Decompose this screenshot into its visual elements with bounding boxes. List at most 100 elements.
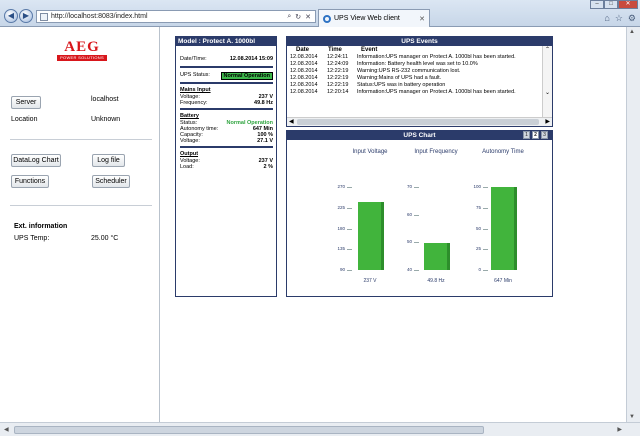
- favorites-icon[interactable]: ☆: [615, 13, 623, 24]
- event-time: 12:22:19: [327, 68, 349, 74]
- chart-bar: [424, 242, 447, 270]
- mains-title: Mains Input: [180, 87, 211, 93]
- maximize-button[interactable]: □: [604, 0, 618, 9]
- server-button[interactable]: Server: [11, 96, 41, 109]
- minimize-button[interactable]: –: [590, 0, 604, 9]
- model-header: Model : Protect A. 1000bl: [176, 37, 276, 46]
- status-label: UPS Status:: [180, 72, 210, 78]
- divider: [10, 139, 152, 140]
- y-tick-mark: [347, 187, 352, 188]
- window-controls: – □ ✕: [590, 0, 638, 9]
- event-time: 12:22:19: [327, 82, 349, 88]
- event-event: Information:UPS manager on Protect A. 10…: [357, 54, 516, 60]
- scroll-left-icon[interactable]: ◀: [289, 118, 294, 125]
- chart-page-2[interactable]: 2: [532, 131, 539, 139]
- functions-button[interactable]: Functions: [11, 175, 49, 188]
- page-content: AEG POWER SOLUTIONS Server localhost Loc…: [0, 27, 626, 422]
- url-text: http://localhost:8083/index.html: [51, 13, 148, 20]
- page-hscrollbar[interactable]: ◀ ▶: [0, 422, 640, 436]
- battery-title: Battery: [180, 113, 199, 119]
- page-icon: [40, 12, 48, 21]
- scroll-down-icon[interactable]: ▼: [629, 414, 635, 420]
- refresh-icon[interactable]: ↻: [295, 13, 301, 21]
- mains-frequency-label: Frequency:: [180, 100, 208, 106]
- event-date: 12.08.2014: [290, 68, 318, 74]
- divider: [10, 205, 152, 206]
- page-vscrollbar[interactable]: ▲ ▼: [626, 27, 640, 422]
- close-button[interactable]: ✕: [618, 0, 638, 9]
- event-time: 12:24:11: [327, 54, 349, 60]
- scroll-left-icon[interactable]: ◀: [4, 426, 9, 433]
- log-file-button[interactable]: Log file: [92, 154, 125, 167]
- datetime-row: Date/Time: 12.08.2014 15:09: [180, 56, 273, 62]
- output-title: Output: [180, 151, 199, 157]
- logo-text: AEG: [64, 39, 100, 55]
- output-load-value: 2 %: [263, 164, 273, 170]
- browser-tools: ⌂ ☆ ⚙: [604, 13, 636, 24]
- chart-page-1[interactable]: 1: [523, 131, 530, 139]
- chart-value-label: 49.8 Hz: [427, 278, 445, 284]
- gear-icon[interactable]: ⚙: [628, 13, 636, 24]
- scroll-right-icon[interactable]: ▶: [617, 426, 622, 433]
- chart-title-2: Autonomy Time: [482, 149, 524, 155]
- scroll-thumb[interactable]: [297, 119, 539, 125]
- datetime-label: Date/Time:: [180, 56, 207, 62]
- tab-title: UPS View Web client: [334, 15, 400, 22]
- output-load-label: Load:: [180, 164, 194, 170]
- address-bar[interactable]: http://localhost:8083/index.html ⌕ ↻ ✕: [36, 10, 316, 23]
- datetime-value: 12.08.2014 15:09: [229, 56, 273, 62]
- scroll-up-icon[interactable]: ⌃: [543, 46, 552, 53]
- event-date: 12.08.2014: [290, 75, 318, 81]
- location-label: Location: [11, 116, 38, 123]
- y-tick-label: 50: [406, 239, 412, 245]
- sidebar: AEG POWER SOLUTIONS Server localhost Loc…: [0, 27, 160, 422]
- back-icon[interactable]: ◀: [4, 9, 18, 23]
- chart-title-0: Input Voltage: [352, 149, 388, 155]
- scroll-thumb[interactable]: [14, 426, 484, 434]
- event-event: Information: Battery health level was se…: [357, 61, 478, 67]
- events-panel: UPS Events Date Time Event 12.08.2014 12:…: [286, 36, 553, 127]
- y-tick-label: 25: [475, 246, 481, 252]
- y-tick-label: 40: [406, 267, 412, 272]
- tab-ups-view[interactable]: UPS View Web client ✕: [318, 9, 430, 27]
- scheduler-button[interactable]: Scheduler: [92, 175, 130, 188]
- chart-page-3[interactable]: 3: [541, 131, 548, 139]
- location-value: Unknown: [91, 116, 121, 123]
- y-tick-mark: [483, 249, 488, 251]
- section-bar: [180, 146, 273, 148]
- event-date: 12.08.2014: [290, 82, 318, 88]
- scroll-right-icon[interactable]: ▶: [545, 118, 550, 125]
- event-time: 12:20:14: [327, 89, 349, 95]
- event-date: 12.08.2014: [290, 61, 318, 67]
- y-tick-mark: [347, 207, 352, 209]
- chart-panel: UPS Chart 123 Input Voltage 270 225 180 135 9…: [286, 130, 553, 297]
- events-hscrollbar[interactable]: ◀ ▶: [287, 117, 552, 126]
- ext-info-title: Ext. information: [14, 223, 68, 230]
- chart-bar: [358, 202, 381, 270]
- y-tick-label: 70: [406, 184, 412, 189]
- home-icon[interactable]: ⌂: [604, 13, 609, 24]
- forward-icon[interactable]: ▶: [19, 9, 33, 23]
- tab-close-icon[interactable]: ✕: [419, 15, 425, 23]
- chart-bar: [491, 187, 514, 270]
- browser-toolbar: ◀ ▶ http://localhost:8083/index.html ⌕ ↻…: [0, 0, 640, 27]
- search-icon[interactable]: ⌕: [287, 13, 291, 21]
- stop-icon[interactable]: ✕: [305, 13, 311, 21]
- y-tick-label: 100: [473, 184, 481, 189]
- y-tick-mark: [483, 187, 488, 188]
- events-scrollbar[interactable]: ⌃ ⌄: [542, 46, 552, 118]
- mains-frequency-row: Frequency: 49.8 Hz: [180, 100, 273, 106]
- server-value: localhost: [91, 96, 119, 103]
- chart-value-label: 647 Min: [494, 278, 512, 284]
- datalog-chart-button[interactable]: DataLog Chart: [11, 154, 61, 167]
- y-tick-label: 180: [337, 225, 345, 231]
- y-tick-mark: [483, 207, 488, 209]
- y-tick-label: 0: [478, 267, 481, 272]
- ie-icon: [323, 14, 331, 23]
- scroll-down-icon[interactable]: ⌄: [543, 89, 552, 96]
- event-event: Warning:Mains of UPS had a fault.: [357, 75, 442, 81]
- y-tick-label: 75: [475, 204, 481, 210]
- y-tick-mark: [347, 270, 352, 271]
- event-event: Information:UPS manager on Protect A. 10…: [357, 89, 516, 95]
- scroll-up-icon[interactable]: ▲: [629, 29, 635, 35]
